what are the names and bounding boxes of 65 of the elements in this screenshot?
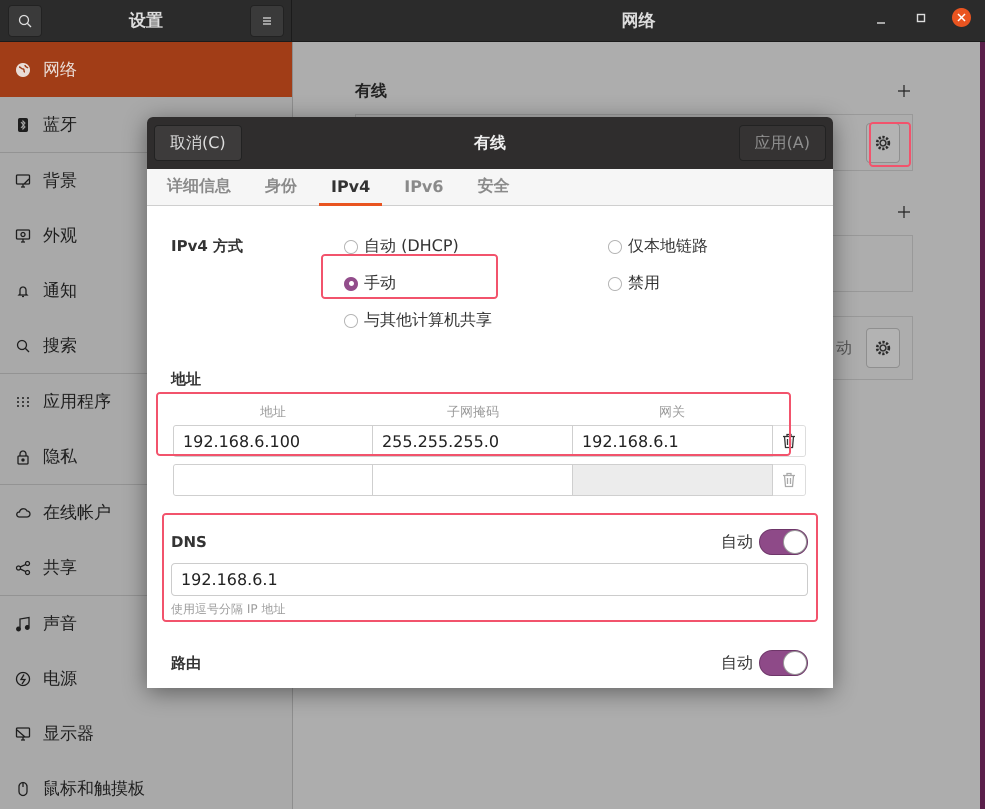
monitor-icon bbox=[15, 228, 31, 244]
search-icon bbox=[17, 12, 33, 28]
radio-label: 手动 bbox=[364, 273, 396, 294]
radio-label: 自动 (DHCP) bbox=[364, 236, 459, 257]
app-title: 设置 bbox=[129, 10, 163, 32]
address-field[interactable]: 192.168.6.1 bbox=[573, 425, 773, 457]
power-icon bbox=[15, 670, 31, 686]
section-title: 有线 bbox=[355, 80, 387, 102]
radio-button[interactable] bbox=[608, 276, 622, 290]
toggle-switch[interactable] bbox=[759, 529, 808, 555]
maximize-icon bbox=[916, 12, 926, 22]
switch-label: 自动 bbox=[721, 652, 753, 674]
sidebar-item[interactable]: 显示器 bbox=[0, 706, 292, 761]
cancel-button[interactable]: 取消(C) bbox=[154, 125, 242, 161]
monitor-icon bbox=[15, 172, 31, 188]
sidebar-item[interactable]: 鼠标和触摸板 bbox=[0, 761, 292, 809]
trash-icon[interactable] bbox=[782, 433, 796, 449]
hint-text: 使用逗号分隔 IP 地址 bbox=[171, 601, 286, 618]
address-field[interactable] bbox=[573, 464, 773, 496]
sidebar-item[interactable]: 通知 bbox=[0, 263, 292, 318]
lock-icon bbox=[15, 448, 31, 464]
dialog-title: 有线 bbox=[474, 132, 506, 154]
column-header: 子网掩码 bbox=[446, 404, 500, 421]
search-icon bbox=[15, 338, 31, 354]
section-heading: 路由 bbox=[171, 654, 201, 672]
gear-icon bbox=[874, 339, 892, 357]
display-icon bbox=[15, 726, 31, 742]
address-field[interactable] bbox=[173, 464, 373, 496]
radio-label: 与其他计算机共享 bbox=[364, 310, 492, 331]
tab[interactable]: IPv4 bbox=[319, 169, 382, 206]
settings-button[interactable] bbox=[866, 122, 900, 162]
add-button[interactable] bbox=[895, 85, 913, 97]
music-note-icon bbox=[15, 616, 31, 632]
gear-icon bbox=[874, 134, 892, 152]
share-icon bbox=[15, 560, 31, 576]
settings-button[interactable] bbox=[866, 328, 900, 368]
globe-icon bbox=[15, 62, 31, 78]
radio-label: 仅本地链路 bbox=[628, 236, 708, 257]
radio-button[interactable] bbox=[344, 314, 358, 328]
status-text: 动 bbox=[836, 338, 852, 358]
radio-button[interactable] bbox=[344, 240, 358, 254]
highlight-frame bbox=[869, 122, 911, 167]
menu-button[interactable] bbox=[250, 4, 284, 36]
address-field[interactable]: 192.168.6.100 bbox=[173, 425, 373, 457]
dns-field[interactable]: 192.168.6.1 bbox=[171, 563, 808, 596]
switch-label: 自动 bbox=[721, 532, 753, 552]
sidebar-item[interactable]: 网络 bbox=[0, 42, 292, 97]
bluetooth-icon bbox=[15, 116, 31, 132]
toggle-switch[interactable] bbox=[759, 650, 808, 676]
section-heading: 地址 bbox=[171, 370, 202, 389]
radio-label: 禁用 bbox=[628, 273, 660, 294]
minimize-icon bbox=[876, 22, 886, 24]
close-button[interactable] bbox=[952, 8, 971, 27]
section-heading: DNS bbox=[171, 533, 207, 551]
radio-button[interactable] bbox=[344, 276, 358, 290]
address-field[interactable] bbox=[373, 464, 573, 496]
search-button[interactable] bbox=[8, 4, 42, 36]
column-header: 网关 bbox=[658, 404, 686, 421]
close-icon bbox=[957, 13, 966, 22]
column-header: 地址 bbox=[259, 404, 287, 421]
add-button[interactable] bbox=[895, 206, 913, 218]
radio-button[interactable] bbox=[608, 240, 622, 254]
window-title: 网络 bbox=[622, 10, 656, 32]
method-label: IPv4 方式 bbox=[171, 236, 244, 257]
address-field[interactable]: 255.255.255.0 bbox=[373, 425, 573, 457]
